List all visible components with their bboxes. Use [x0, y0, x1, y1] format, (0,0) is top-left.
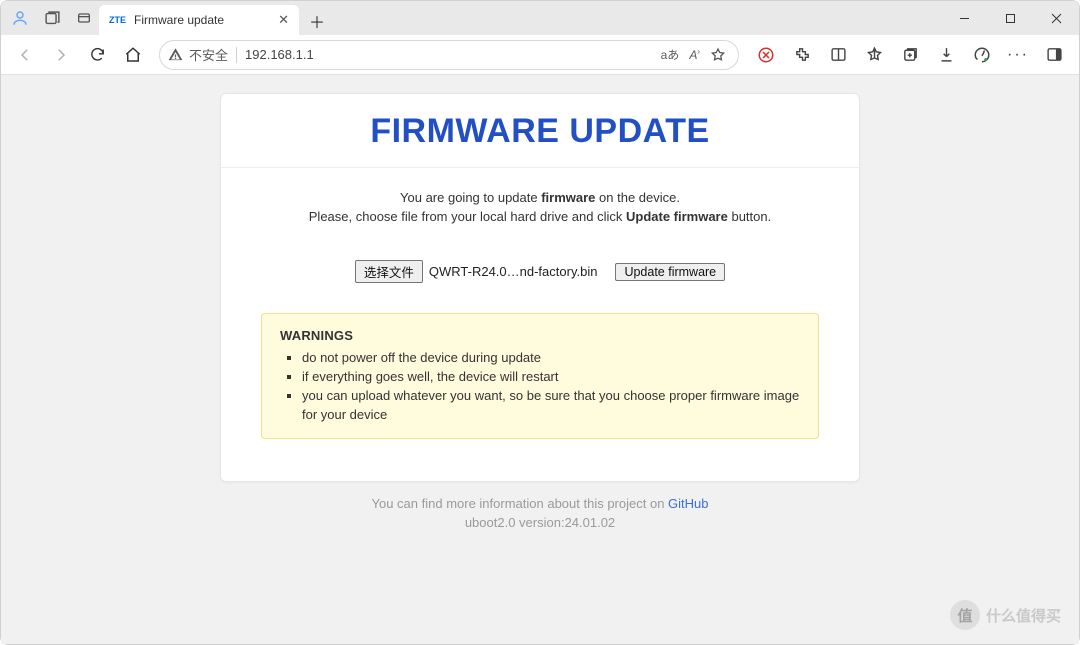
minimize-button[interactable]	[941, 1, 987, 35]
firmware-card: FIRMWARE UPDATE You are going to update …	[220, 93, 860, 482]
window-controls	[941, 1, 1079, 35]
downloads-icon[interactable]	[929, 39, 963, 71]
warnings-box: WARNINGS do not power off the device dur…	[261, 313, 819, 439]
toolbar-right: ···	[749, 39, 1071, 71]
tab-close-icon[interactable]: ✕	[278, 12, 289, 28]
tab-overview-icon[interactable]	[75, 9, 93, 27]
collections-icon[interactable]	[893, 39, 927, 71]
insecure-warning: 不安全	[168, 45, 228, 64]
card-body: You are going to update firmware on the …	[221, 168, 859, 481]
footer-version: uboot2.0 version:24.01.02	[1, 515, 1079, 530]
intro-line-2: Please, choose file from your local hard…	[245, 209, 835, 224]
tab-title: Firmware update	[134, 13, 270, 27]
more-icon[interactable]: ···	[1001, 39, 1035, 71]
profile-icon[interactable]	[11, 9, 29, 27]
blocked-icon[interactable]	[749, 39, 783, 71]
titlebar-left	[7, 1, 99, 35]
github-link[interactable]: GitHub	[668, 496, 708, 511]
address-bar[interactable]: 不安全 192.168.1.1 aあ A›	[159, 40, 739, 70]
copilot-sidebar-icon[interactable]	[1037, 39, 1071, 71]
extensions-icon[interactable]	[785, 39, 819, 71]
choose-file-button[interactable]: 选择文件	[355, 260, 423, 283]
page-heading: FIRMWARE UPDATE	[221, 94, 859, 167]
warning-item: you can upload whatever you want, so be …	[302, 387, 800, 425]
home-button[interactable]	[117, 39, 149, 71]
tab-favicon: ZTE	[109, 15, 126, 25]
browser-toolbar: 不安全 192.168.1.1 aあ A›	[1, 35, 1079, 75]
warning-item: do not power off the device during updat…	[302, 349, 800, 368]
update-firmware-button[interactable]: Update firmware	[615, 263, 725, 281]
text-size-icon[interactable]: A›	[689, 47, 700, 62]
browser-window: ZTE Firmware update ✕ ＋	[0, 0, 1080, 645]
warnings-list: do not power off the device during updat…	[302, 349, 800, 424]
watermark-text: 什么值得买	[986, 605, 1061, 626]
translate-icon[interactable]: aあ	[661, 46, 680, 63]
page-footer: You can find more information about this…	[1, 496, 1079, 530]
address-bar-actions: aあ A›	[661, 46, 730, 63]
favorite-icon[interactable]	[710, 47, 726, 63]
split-screen-icon[interactable]	[821, 39, 855, 71]
workspaces-icon[interactable]	[43, 9, 61, 27]
favorites-icon[interactable]	[857, 39, 891, 71]
warnings-title: WARNINGS	[280, 328, 800, 343]
title-bar: ZTE Firmware update ✕ ＋	[1, 1, 1079, 35]
warning-item: if everything goes well, the device will…	[302, 368, 800, 387]
watermark-badge: 值	[950, 600, 980, 630]
url-text: 192.168.1.1	[245, 47, 653, 62]
chosen-filename: QWRT-R24.0…nd-factory.bin	[429, 264, 598, 279]
performance-icon[interactable]	[965, 39, 999, 71]
browser-tab[interactable]: ZTE Firmware update ✕	[99, 5, 299, 35]
intro-line-1: You are going to update firmware on the …	[245, 190, 835, 205]
maximize-button[interactable]	[987, 1, 1033, 35]
watermark: 值 什么值得买	[950, 600, 1061, 630]
refresh-button[interactable]	[81, 39, 113, 71]
close-window-button[interactable]	[1033, 1, 1079, 35]
back-button[interactable]	[9, 39, 41, 71]
insecure-label: 不安全	[189, 45, 228, 64]
address-separator	[236, 47, 237, 63]
forward-button[interactable]	[45, 39, 77, 71]
page-viewport: FIRMWARE UPDATE You are going to update …	[1, 75, 1079, 644]
warning-icon	[168, 47, 183, 62]
new-tab-button[interactable]: ＋	[303, 7, 331, 35]
file-row: 选择文件 QWRT-R24.0…nd-factory.bin Update fi…	[245, 260, 835, 283]
footer-text: You can find more information about this…	[372, 496, 669, 511]
